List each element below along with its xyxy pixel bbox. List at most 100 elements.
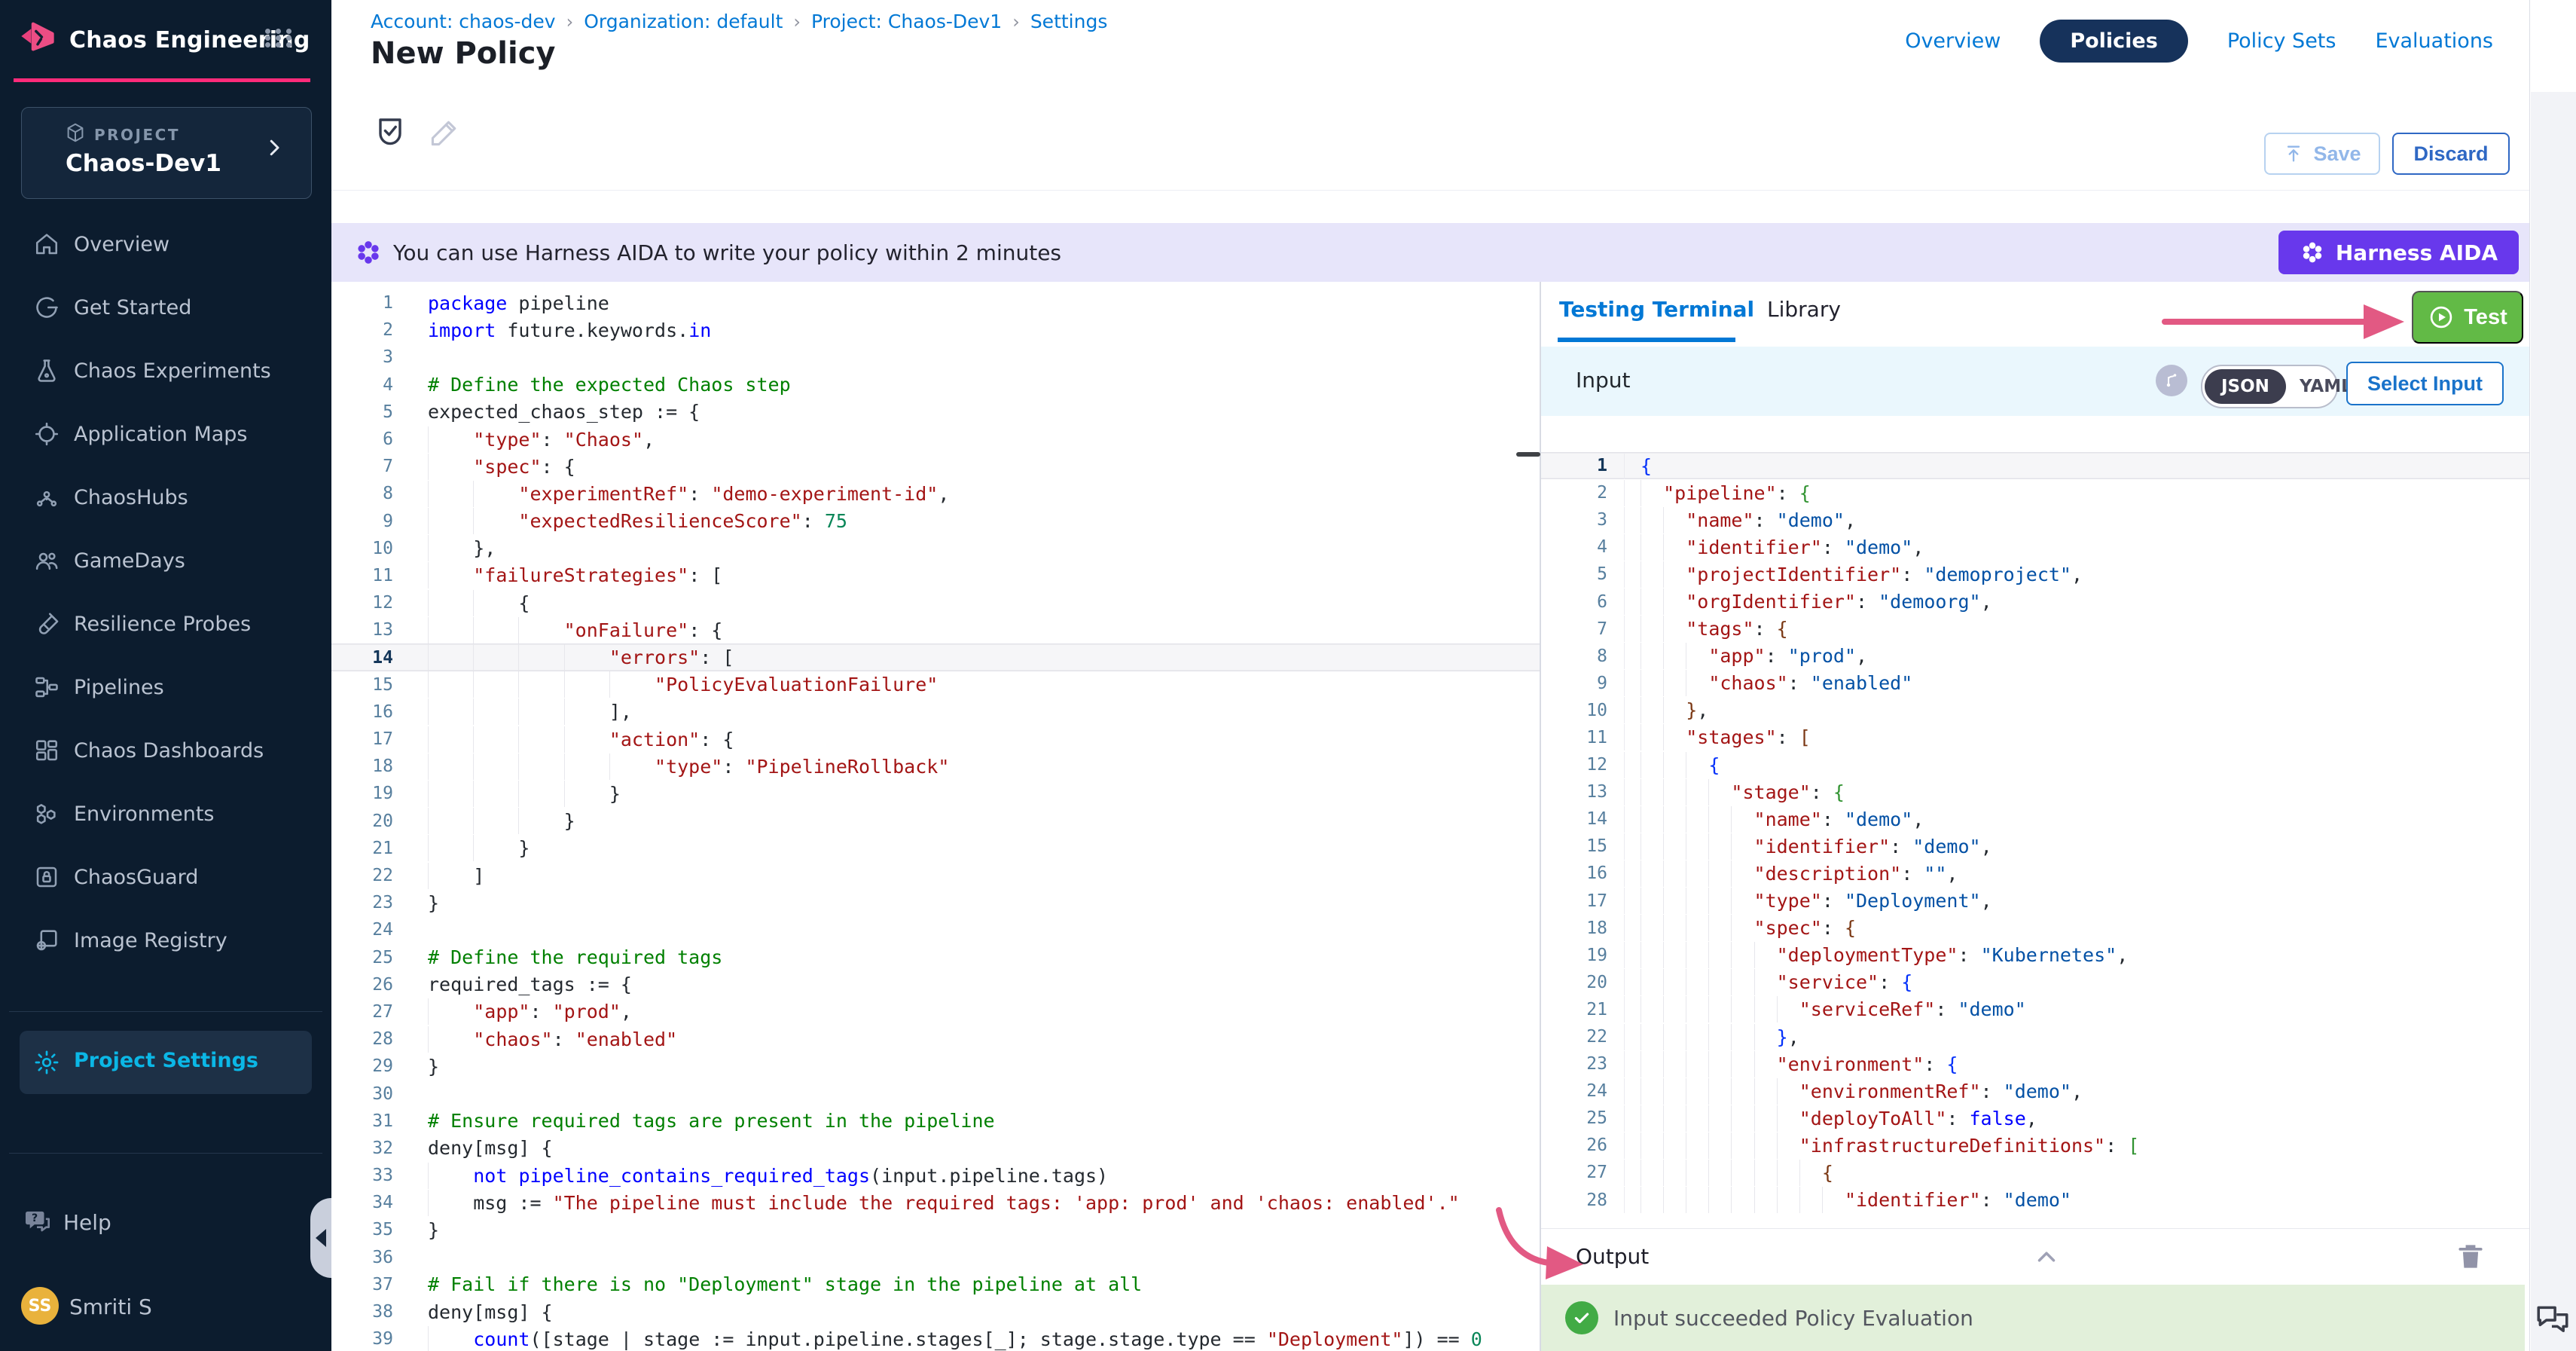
breadcrumb-link[interactable]: Organization: default xyxy=(584,11,783,32)
discard-button[interactable]: Discard xyxy=(2392,133,2510,175)
dashboard-icon xyxy=(33,737,60,764)
support-chat-icon[interactable] xyxy=(2534,1301,2571,1338)
code-line: 38deny[msg] { xyxy=(331,1298,1540,1325)
indent-guide xyxy=(1731,1024,1732,1050)
sidebar-item-resilience-probes[interactable]: Resilience Probes xyxy=(0,592,331,656)
code-line: 26required_tags := { xyxy=(331,971,1540,998)
indent-guide xyxy=(473,808,474,834)
code-line: 7 "tags": { xyxy=(1541,616,2529,643)
sidebar-item-chaos-experiments[interactable]: Chaos Experiments xyxy=(0,339,331,402)
indent-guide xyxy=(1731,1078,1732,1105)
sidebar-item-label: Chaos Dashboards xyxy=(74,739,264,763)
indent-guide xyxy=(1663,888,1664,914)
line-number: 34 xyxy=(331,1193,393,1212)
code-line: 12 { xyxy=(1541,751,2529,778)
code-line: 2import future.keywords.in xyxy=(331,316,1540,344)
indent-guide xyxy=(518,781,519,807)
input-json-editor[interactable]: 1{2 "pipeline": {3 "name": "demo",4 "ide… xyxy=(1541,419,2529,1261)
indent-guide xyxy=(609,753,610,780)
line-number: 26 xyxy=(1541,1136,1607,1155)
indent-guide xyxy=(473,481,474,507)
tab-overview[interactable]: Overview xyxy=(1905,20,2001,63)
line-number: 10 xyxy=(331,539,393,558)
sidebar-item-project-settings[interactable]: Project Settings xyxy=(20,1031,312,1094)
sidebar-item-gamedays[interactable]: GameDays xyxy=(0,529,331,592)
code-line: 28 "identifier": "demo" xyxy=(1541,1187,2529,1214)
sidebar-item-environments[interactable]: Environments xyxy=(0,782,331,845)
sidebar-item-label: ChaosGuard xyxy=(74,866,198,889)
panel-resize-handle[interactable] xyxy=(1516,452,1540,457)
line-number: 24 xyxy=(1541,1081,1607,1101)
code-line: 19 } xyxy=(331,780,1540,807)
trash-icon[interactable] xyxy=(2454,1239,2487,1273)
tab-evaluations[interactable]: Evaluations xyxy=(2375,20,2493,63)
breadcrumb-link[interactable]: Account: chaos-dev xyxy=(371,11,556,32)
indent-guide xyxy=(473,726,474,753)
line-number: 20 xyxy=(1541,973,1607,992)
indent-guide xyxy=(1663,752,1664,778)
format-option-json[interactable]: JSON xyxy=(2205,369,2286,404)
sidebar-item-application-maps[interactable]: Application Maps xyxy=(0,402,331,466)
chevron-up-icon[interactable] xyxy=(2032,1242,2061,1271)
sidebar-item-chaos-dashboards[interactable]: Chaos Dashboards xyxy=(0,719,331,782)
indent-guide xyxy=(1663,616,1664,642)
sidebar-item-get-started[interactable]: Get Started xyxy=(0,276,331,339)
sidebar-item-pipelines[interactable]: Pipelines xyxy=(0,656,331,719)
upload-icon xyxy=(2283,143,2304,164)
indent-guide xyxy=(1708,806,1709,833)
indent-guide xyxy=(1663,1051,1664,1077)
aida-banner: You can use Harness AIDA to write your p… xyxy=(331,223,2529,282)
indent-guide xyxy=(1663,670,1664,696)
test-button[interactable]: Test xyxy=(2412,291,2523,344)
indent-guide xyxy=(1663,996,1664,1022)
shield-check-icon[interactable] xyxy=(372,115,408,151)
policy-code-editor[interactable]: 1package pipeline2import future.keywords… xyxy=(331,285,1540,1351)
indent-guide xyxy=(1663,969,1664,995)
breadcrumb-link[interactable]: Settings xyxy=(1030,11,1108,32)
sidebar-item-chaoshubs[interactable]: ChaosHubs xyxy=(0,466,331,529)
testing-terminal-panel: Testing TerminalLibrary Test Input JSON … xyxy=(1541,282,2529,1351)
edit-pencil-icon[interactable] xyxy=(428,116,461,149)
indent-guide xyxy=(473,753,474,780)
line-number: 21 xyxy=(1541,1000,1607,1019)
indent-guide xyxy=(1663,1187,1664,1213)
sidebar-item-help[interactable]: ? Help xyxy=(0,1201,331,1251)
line-number: 26 xyxy=(331,975,393,995)
breadcrumb-link[interactable]: Project: Chaos-Dev1 xyxy=(811,11,1002,32)
avatar: SS xyxy=(21,1287,59,1325)
sidebar-item-label: ChaosHubs xyxy=(74,486,188,509)
sidebar-item-overview[interactable]: Overview xyxy=(0,212,331,276)
output-section-header: Output xyxy=(1541,1228,2529,1285)
code-line: 6 "type": "Chaos", xyxy=(331,426,1540,453)
line-number: 2 xyxy=(1541,483,1607,503)
indent-guide xyxy=(1708,860,1709,887)
tab-testing-terminal[interactable]: Testing Terminal xyxy=(1559,297,1754,322)
select-input-button[interactable]: Select Input xyxy=(2346,362,2504,405)
indent-guide xyxy=(1708,888,1709,914)
save-button[interactable]: Save xyxy=(2264,133,2380,175)
prettify-icon[interactable] xyxy=(2156,365,2187,396)
sidebar-item-image-registry[interactable]: Image Registry xyxy=(0,909,331,972)
line-number: 2 xyxy=(331,320,393,340)
code-line: 16 ], xyxy=(331,698,1540,726)
crosshair-icon xyxy=(33,420,60,448)
indent-guide xyxy=(1663,806,1664,833)
sidebar-item-user[interactable]: SS Smriti S xyxy=(0,1284,331,1332)
hub-icon xyxy=(33,484,60,511)
tab-policy-sets[interactable]: Policy Sets xyxy=(2227,20,2336,63)
format-toggle[interactable]: JSON YAML xyxy=(2201,365,2338,408)
tab-library[interactable]: Library xyxy=(1767,297,1841,322)
indent-guide xyxy=(428,1190,429,1216)
indent-guide xyxy=(428,863,429,889)
module-switcher-icon[interactable] xyxy=(265,29,295,47)
evaluation-status-bar: Input succeeded Policy Evaluation xyxy=(1541,1285,2525,1351)
project-selector[interactable]: PROJECT Chaos-Dev1 xyxy=(21,107,312,199)
indent-guide xyxy=(1663,643,1664,669)
indent-guide xyxy=(428,426,429,453)
tab-policies[interactable]: Policies xyxy=(2040,20,2188,63)
line-number: 4 xyxy=(1541,537,1607,557)
sidebar-item-chaosguard[interactable]: ChaosGuard xyxy=(0,845,331,909)
indent-guide xyxy=(428,781,429,807)
sidebar-collapse-handle[interactable] xyxy=(310,1198,333,1278)
harness-aida-button[interactable]: Harness AIDA xyxy=(2278,231,2519,274)
